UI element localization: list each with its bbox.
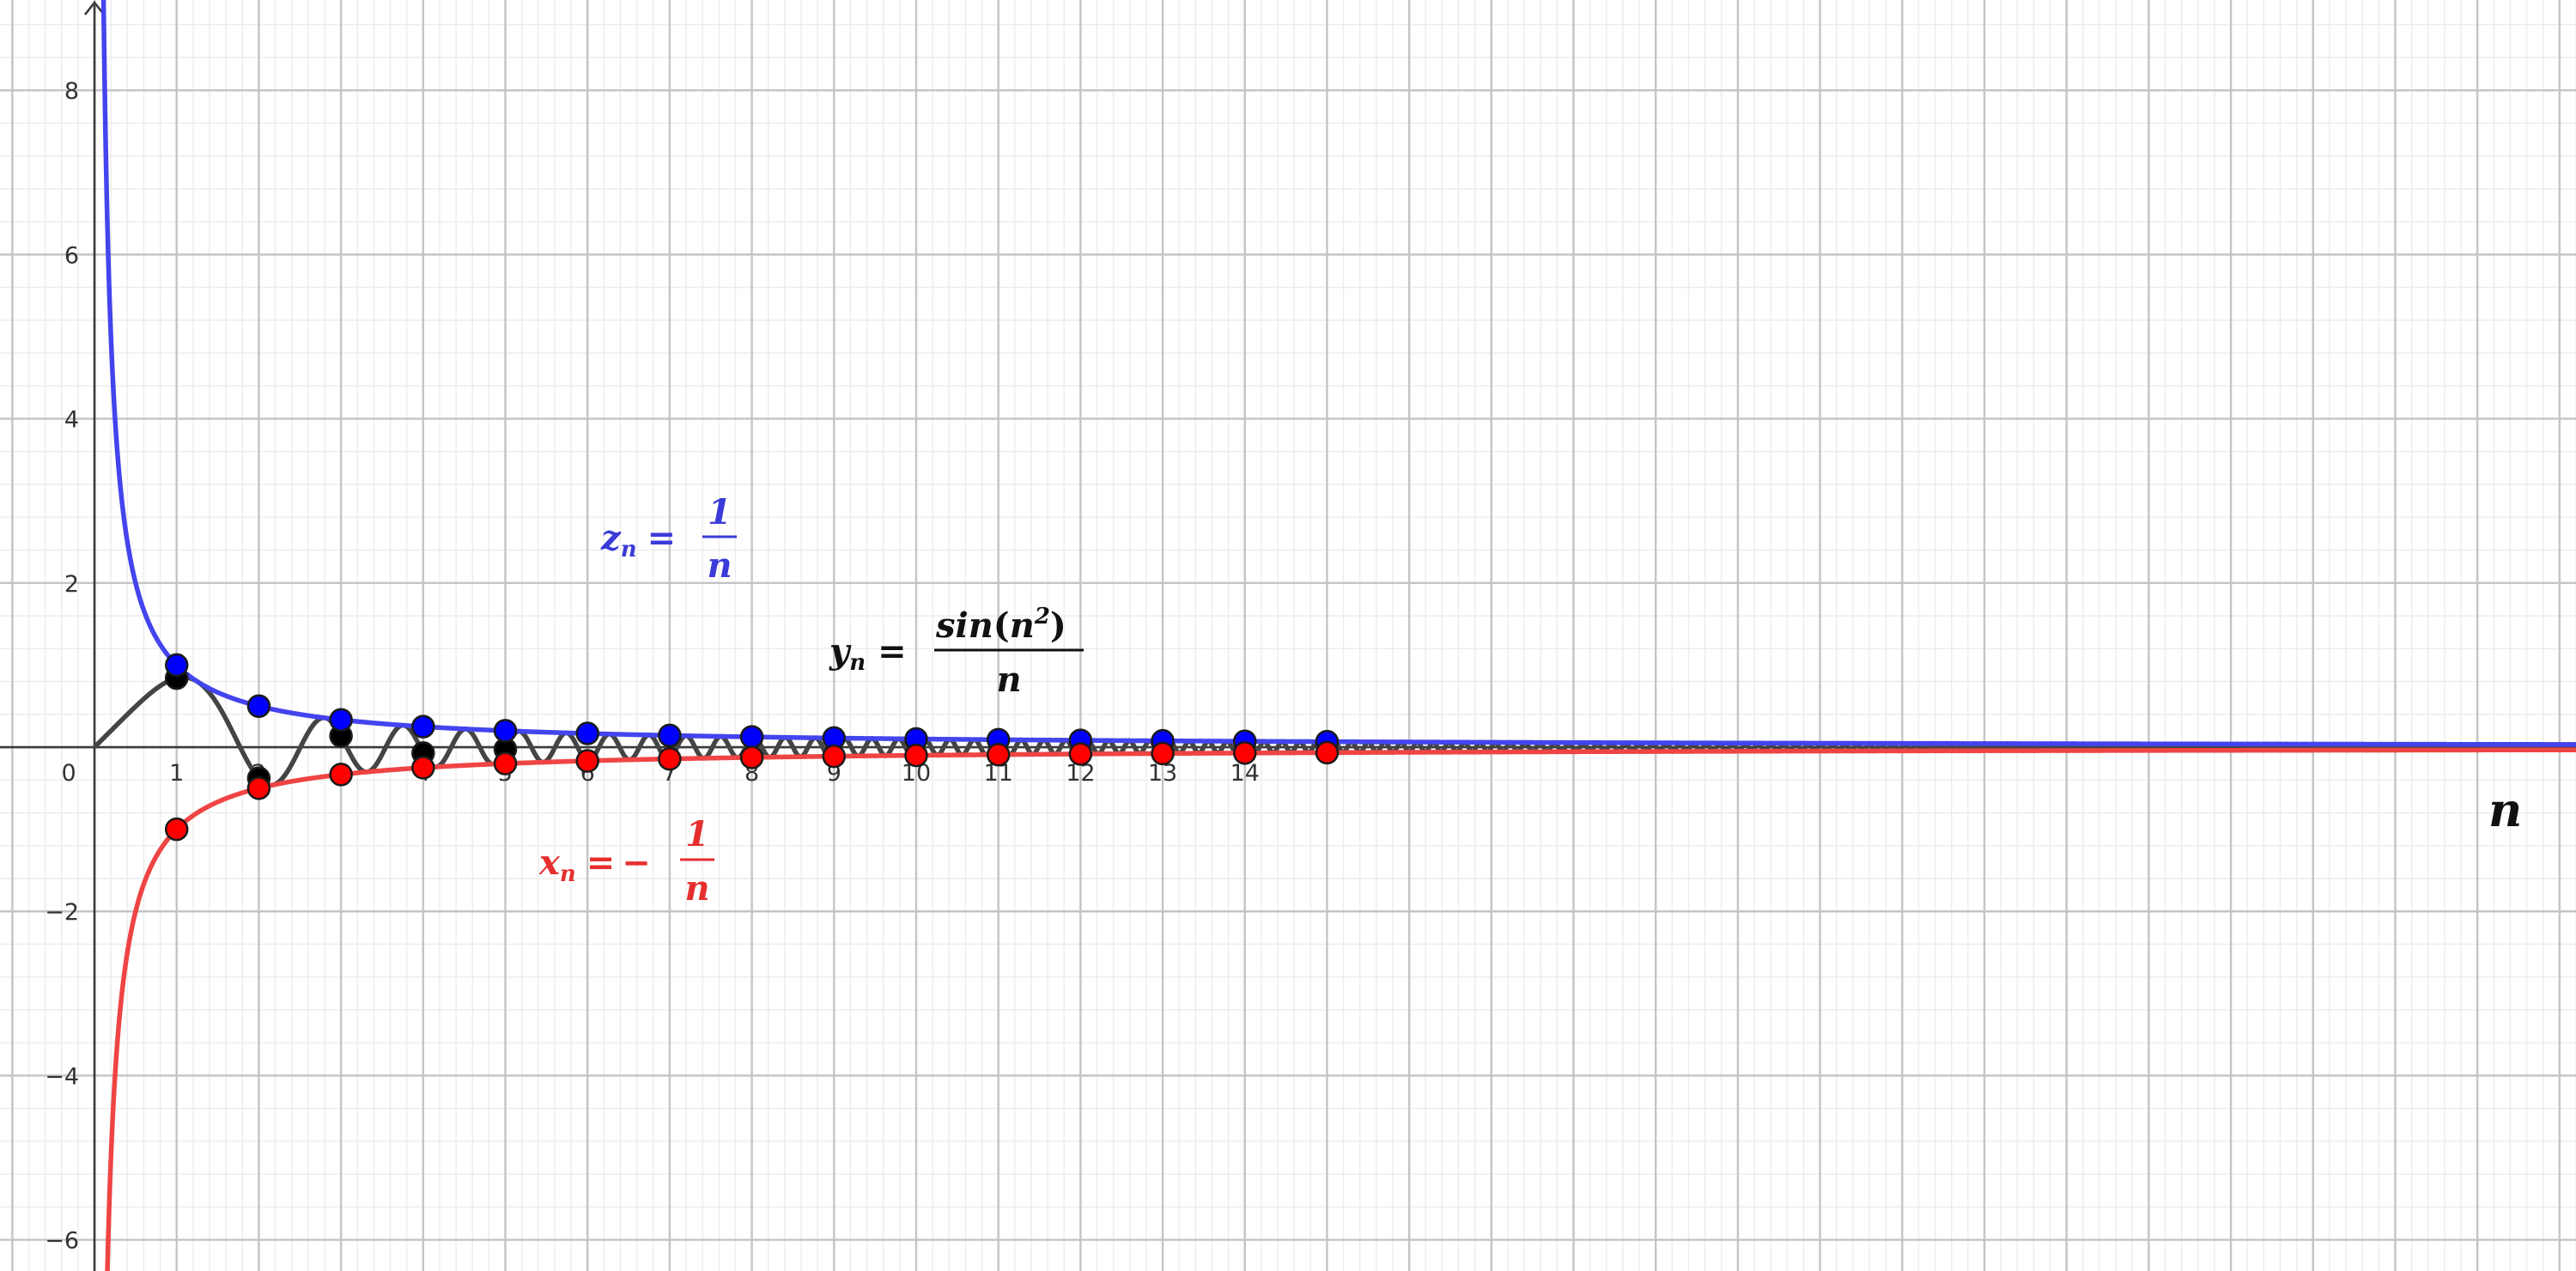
point-x-n[interactable] xyxy=(1233,741,1257,765)
point-z-n[interactable] xyxy=(246,694,271,718)
point-x-n[interactable] xyxy=(246,776,271,800)
point-x-n[interactable] xyxy=(739,745,764,769)
svg-text:sin(n2): sin(n2) xyxy=(935,604,1066,646)
axes xyxy=(0,0,2576,1271)
point-x-n[interactable] xyxy=(164,817,189,842)
label-x-n: xn = − 1 n xyxy=(538,814,714,909)
point-x-n[interactable] xyxy=(493,751,518,775)
point-x-n[interactable] xyxy=(986,742,1011,767)
curve-z-n xyxy=(100,0,2576,747)
point-x-n[interactable] xyxy=(658,746,682,771)
svg-text:1: 1 xyxy=(708,492,732,532)
point-z-n[interactable] xyxy=(493,719,518,743)
svg-text:xn=−: xn = − xyxy=(538,842,651,887)
y-tick-label: −4 xyxy=(45,1063,79,1090)
point-z-n[interactable] xyxy=(164,653,189,678)
y-tick-label: −2 xyxy=(45,899,79,926)
point-x-n[interactable] xyxy=(904,743,928,768)
svg-text:yn=: yn = xyxy=(829,631,907,676)
point-z-n[interactable] xyxy=(658,723,682,748)
point-x-n[interactable] xyxy=(1151,741,1175,766)
point-x-n[interactable] xyxy=(329,763,353,787)
y-tick-label: 6 xyxy=(64,242,79,269)
point-x-n[interactable] xyxy=(822,744,847,769)
minor-grid xyxy=(0,0,2576,1271)
y-tick-label: 2 xyxy=(64,571,79,598)
point-x-n[interactable] xyxy=(411,756,435,780)
point-x-n[interactable] xyxy=(575,749,599,773)
point-z-n[interactable] xyxy=(411,715,435,739)
y-tick-label: 4 xyxy=(64,407,79,434)
svg-text:zn=: zn = xyxy=(600,518,676,563)
y-tick-label: 8 xyxy=(64,78,79,105)
curves xyxy=(92,0,2576,1271)
point-z-n[interactable] xyxy=(575,721,599,745)
svg-text:n: n xyxy=(996,660,1021,700)
y-tick-label: −6 xyxy=(45,1228,79,1255)
major-grid xyxy=(0,0,2576,1271)
point-z-n[interactable] xyxy=(329,708,353,732)
point-z-n[interactable] xyxy=(739,725,764,749)
svg-text:1: 1 xyxy=(685,814,709,854)
x-tick-label: 1 xyxy=(169,760,184,787)
svg-text:n: n xyxy=(707,545,732,586)
sequence-plot[interactable]: 012345678910111213148642−2−4−6 zn= 1 n y… xyxy=(0,0,2576,1271)
svg-text:n: n xyxy=(684,868,709,909)
x-axis-label: n xyxy=(2488,782,2522,837)
point-x-n[interactable] xyxy=(1315,740,1340,765)
point-x-n[interactable] xyxy=(1068,742,1093,766)
x-tick-label: 0 xyxy=(61,760,76,787)
